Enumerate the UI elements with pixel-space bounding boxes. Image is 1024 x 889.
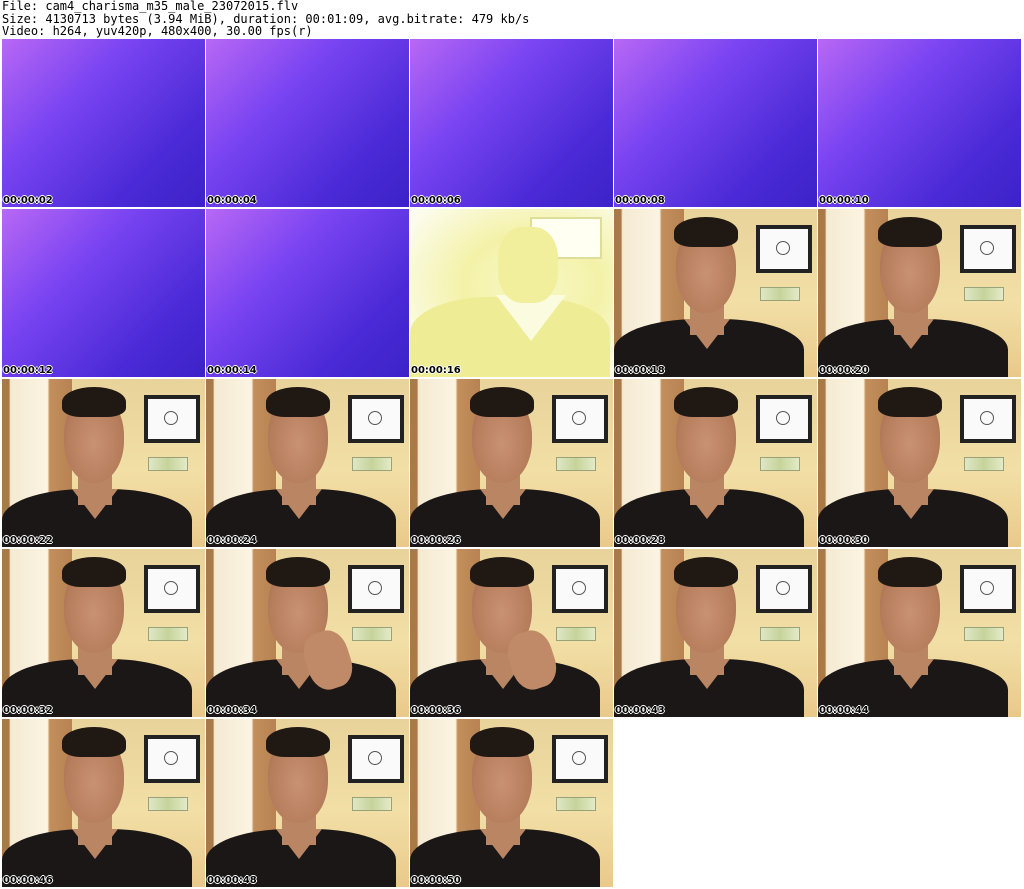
frame-detail [348, 395, 404, 443]
thumbnail-timestamp: 00:00:18 [615, 365, 665, 376]
video-thumbnail[interactable]: 00:00:43 [614, 549, 817, 717]
frame-detail [148, 457, 188, 471]
frame-detail [964, 287, 1004, 301]
thumbnail-timestamp: 00:00:32 [3, 705, 53, 716]
thumbnail-timestamp: 00:00:43 [615, 705, 665, 716]
thumbnail-timestamp: 00:00:14 [207, 365, 257, 376]
frame-detail [470, 557, 534, 587]
frame-detail [352, 797, 392, 811]
frame-detail [674, 557, 738, 587]
frame-detail [556, 797, 596, 811]
video-thumbnail[interactable]: 00:00:08 [614, 39, 817, 207]
frame-detail [148, 797, 188, 811]
frame-detail [470, 727, 534, 757]
frame-detail [266, 727, 330, 757]
frame-detail [266, 557, 330, 587]
video-thumbnail[interactable]: 00:00:10 [818, 39, 1021, 207]
frame-detail [498, 227, 558, 303]
thumbnail-timestamp: 00:00:50 [411, 875, 461, 886]
frame-detail [878, 217, 942, 247]
thumbnail-timestamp: 00:00:08 [615, 195, 665, 206]
video-thumbnail[interactable]: 00:00:04 [206, 39, 409, 207]
thumbnail-grid: 00:00:02 00:00:04 00:00:06 00:00:08 00:00:10… [2, 39, 1022, 887]
frame-detail [756, 225, 812, 273]
frame-detail [148, 627, 188, 641]
frame-detail [62, 387, 126, 417]
frame-detail [760, 287, 800, 301]
video-info-line: Video: h264, yuv420p, 480x400, 30.00 fps… [2, 24, 313, 38]
video-thumbnail[interactable]: 00:00:20 [818, 209, 1021, 377]
thumbnail-timestamp: 00:00:44 [819, 705, 869, 716]
thumbnail-timestamp: 00:00:48 [207, 875, 257, 886]
video-thumbnail[interactable]: 00:00:24 [206, 379, 409, 547]
thumbnail-timestamp: 00:00:16 [411, 365, 461, 376]
frame-detail [552, 395, 608, 443]
thumbnail-timestamp: 00:00:22 [3, 535, 53, 546]
video-thumbnail[interactable]: 00:00:30 [818, 379, 1021, 547]
thumbnail-timestamp: 00:00:06 [411, 195, 461, 206]
thumbnail-timestamp: 00:00:12 [3, 365, 53, 376]
video-thumbnail[interactable]: 00:00:02 [2, 39, 205, 207]
frame-detail [62, 727, 126, 757]
frame-detail [556, 627, 596, 641]
video-thumbnail[interactable]: 00:00:18 [614, 209, 817, 377]
frame-detail [960, 395, 1016, 443]
frame-detail [964, 627, 1004, 641]
video-thumbnail[interactable]: 00:00:50 [410, 719, 613, 887]
frame-detail [760, 457, 800, 471]
video-thumbnail[interactable]: 00:00:12 [2, 209, 205, 377]
video-thumbnail[interactable]: 00:00:14 [206, 209, 409, 377]
frame-detail [348, 565, 404, 613]
thumbnail-timestamp: 00:00:20 [819, 365, 869, 376]
frame-detail [352, 627, 392, 641]
frame-detail [964, 457, 1004, 471]
video-thumbnail[interactable]: 00:00:22 [2, 379, 205, 547]
thumbnail-timestamp: 00:00:04 [207, 195, 257, 206]
frame-detail [62, 557, 126, 587]
video-thumbnail[interactable]: 00:00:34 [206, 549, 409, 717]
thumbnail-timestamp: 00:00:24 [207, 535, 257, 546]
frame-detail [878, 557, 942, 587]
frame-detail [756, 395, 812, 443]
contact-sheet-header: File: cam4_charisma_m35_male_23072015.fl… [2, 0, 1022, 38]
frame-detail [552, 565, 608, 613]
video-thumbnail[interactable]: 00:00:48 [206, 719, 409, 887]
frame-detail [144, 565, 200, 613]
frame-detail [556, 457, 596, 471]
thumbnail-timestamp: 00:00:36 [411, 705, 461, 716]
video-thumbnail[interactable]: 00:00:32 [2, 549, 205, 717]
video-thumbnail[interactable]: 00:00:28 [614, 379, 817, 547]
frame-detail [348, 735, 404, 783]
video-thumbnail[interactable]: 00:00:16 [410, 209, 613, 377]
thumbnail-timestamp: 00:00:02 [3, 195, 53, 206]
video-thumbnail[interactable]: 00:00:44 [818, 549, 1021, 717]
frame-detail [878, 387, 942, 417]
video-thumbnail[interactable]: 00:00:46 [2, 719, 205, 887]
frame-detail [674, 217, 738, 247]
thumbnail-timestamp: 00:00:30 [819, 535, 869, 546]
frame-detail [144, 735, 200, 783]
video-thumbnail[interactable]: 00:00:06 [410, 39, 613, 207]
thumbnail-timestamp: 00:00:26 [411, 535, 461, 546]
thumbnail-timestamp: 00:00:46 [3, 875, 53, 886]
frame-detail [960, 225, 1016, 273]
video-thumbnail[interactable]: 00:00:36 [410, 549, 613, 717]
file-name-line: File: cam4_charisma_m35_male_23072015.fl… [2, 0, 299, 13]
thumbnail-timestamp: 00:00:10 [819, 195, 869, 206]
frame-detail [470, 387, 534, 417]
frame-detail [552, 735, 608, 783]
frame-detail [266, 387, 330, 417]
thumbnail-timestamp: 00:00:34 [207, 705, 257, 716]
frame-detail [144, 395, 200, 443]
thumbnail-timestamp: 00:00:28 [615, 535, 665, 546]
frame-detail [960, 565, 1016, 613]
frame-detail [760, 627, 800, 641]
frame-detail [674, 387, 738, 417]
video-thumbnail[interactable]: 00:00:26 [410, 379, 613, 547]
frame-detail [352, 457, 392, 471]
frame-detail [756, 565, 812, 613]
